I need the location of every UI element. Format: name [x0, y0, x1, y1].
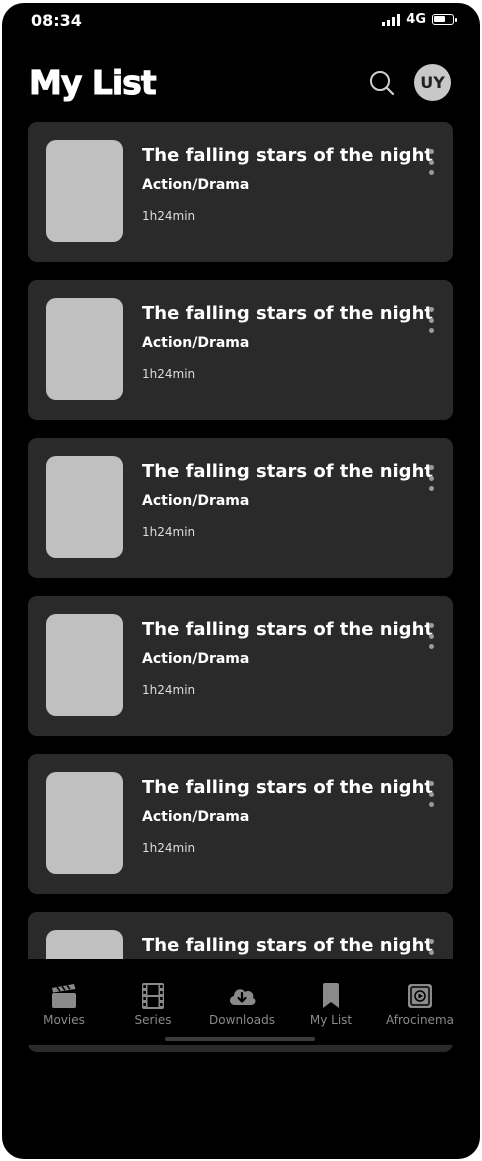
list-item[interactable]: The falling stars of the night Action/Dr… [28, 596, 453, 736]
nav-item-downloads[interactable]: Downloads [197, 983, 287, 1027]
movie-genre: Action/Drama [142, 651, 250, 667]
page-title: My List [29, 63, 158, 103]
download-cloud-icon [229, 989, 256, 1005]
clapperboard-icon [52, 984, 76, 1008]
more-options-icon[interactable] [425, 781, 437, 807]
status-indicators: 4G [382, 12, 457, 27]
more-options-icon[interactable] [425, 465, 437, 491]
movie-duration: 1h24min [142, 209, 196, 223]
nav-item-my-list[interactable]: My List [286, 983, 376, 1027]
movie-thumbnail[interactable] [46, 614, 123, 716]
movie-duration: 1h24min [142, 841, 196, 855]
list-item[interactable]: The falling stars of the night Action/Dr… [28, 754, 453, 894]
signal-icon [382, 13, 401, 26]
movie-genre: Action/Drama [142, 809, 250, 825]
movie-duration: 1h24min [142, 525, 196, 539]
battery-icon [432, 14, 457, 25]
movie-thumbnail[interactable] [46, 298, 123, 400]
film-strip-icon [142, 983, 164, 1009]
status-time: 08:34 [31, 11, 82, 30]
movie-genre: Action/Drama [142, 177, 250, 193]
list-item[interactable]: The falling stars of the night [28, 912, 453, 959]
movie-duration: 1h24min [142, 367, 196, 381]
page-header: My List UY [2, 59, 480, 107]
movie-title: The falling stars of the night [142, 777, 433, 798]
nav-label: My List [309, 1013, 353, 1027]
movie-title: The falling stars of the night [142, 145, 433, 166]
network-label: 4G [406, 12, 426, 27]
bookmark-icon [323, 983, 339, 1008]
more-options-icon[interactable] [425, 149, 437, 175]
play-screen-icon [408, 984, 432, 1008]
nav-label: Series [134, 1013, 172, 1027]
list-item[interactable]: The falling stars of the night Action/Dr… [28, 280, 453, 420]
movie-title: The falling stars of the night [142, 935, 433, 956]
more-options-icon[interactable] [425, 939, 437, 959]
search-icon[interactable] [368, 69, 396, 97]
movie-genre: Action/Drama [142, 335, 250, 351]
nav-item-series[interactable]: Series [108, 983, 198, 1027]
movie-genre: Action/Drama [142, 493, 250, 509]
list-item[interactable]: The falling stars of the night Action/Dr… [28, 438, 453, 578]
movie-thumbnail[interactable] [46, 930, 123, 959]
bottom-nav: Movies Series Downloads My List Afrocine… [2, 959, 480, 1045]
movie-thumbnail[interactable] [46, 456, 123, 558]
avatar[interactable]: UY [414, 64, 451, 101]
nav-label: Movies [43, 1013, 85, 1027]
status-bar: 08:34 4G [2, 3, 480, 39]
more-options-icon[interactable] [425, 307, 437, 333]
movie-thumbnail[interactable] [46, 772, 123, 874]
nav-item-movies[interactable]: Movies [19, 983, 109, 1027]
movie-duration: 1h24min [142, 683, 196, 697]
phone-screen: 08:34 4G My List UY The falling stars of… [2, 3, 480, 1159]
nav-label: Afrocinema [386, 1013, 454, 1027]
list-item[interactable]: The falling stars of the night Action/Dr… [28, 122, 453, 262]
more-options-icon[interactable] [425, 623, 437, 649]
nav-item-afrocinema[interactable]: Afrocinema [375, 983, 465, 1027]
my-list: The falling stars of the night Action/Dr… [28, 122, 453, 959]
movie-title: The falling stars of the night [142, 303, 433, 324]
movie-title: The falling stars of the night [142, 619, 433, 640]
movie-title: The falling stars of the night [142, 461, 433, 482]
movie-thumbnail[interactable] [46, 140, 123, 242]
nav-label: Downloads [209, 1013, 275, 1027]
home-indicator [165, 1037, 315, 1041]
